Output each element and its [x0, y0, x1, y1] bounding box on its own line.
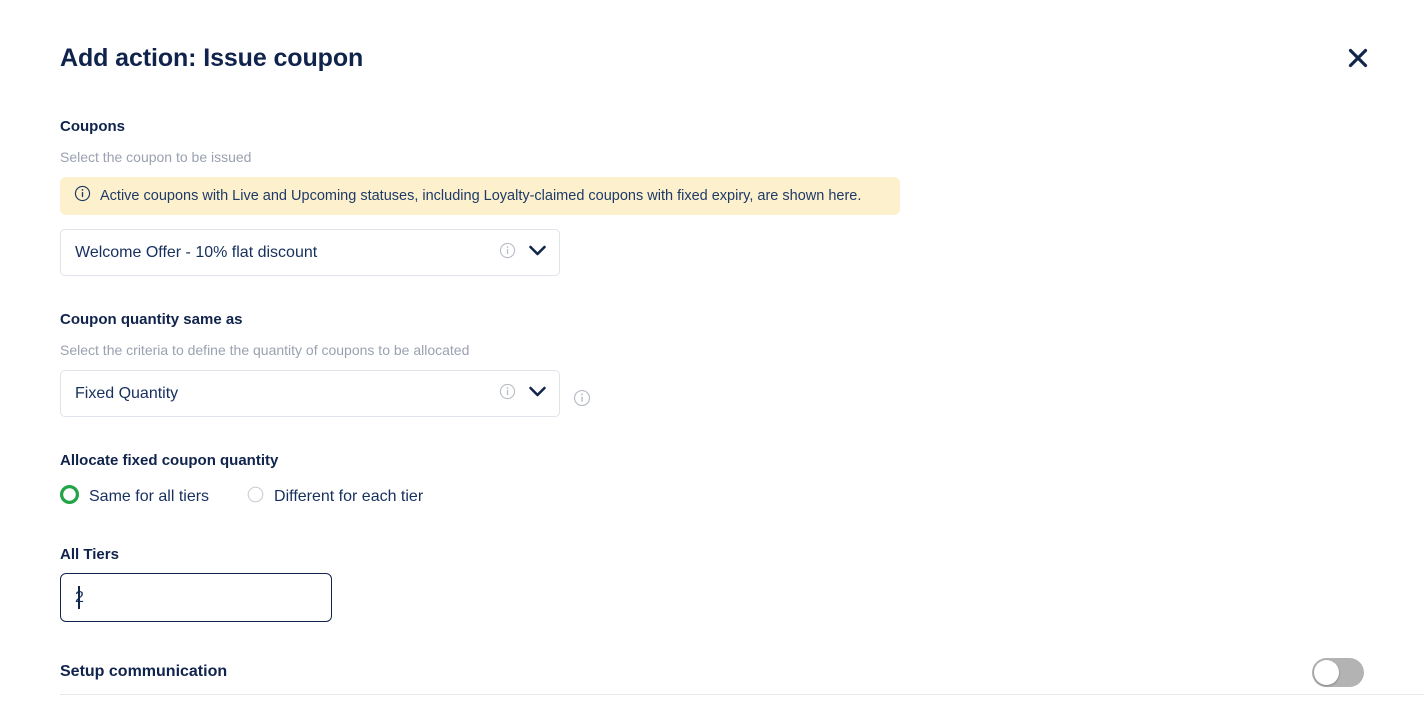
- all-tiers-input[interactable]: [60, 573, 332, 622]
- info-banner-text: Active coupons with Live and Upcoming st…: [100, 188, 862, 204]
- radio-unselected-icon: [247, 486, 264, 508]
- info-circle-icon[interactable]: [499, 242, 516, 264]
- quantity-criteria-select-value: Fixed Quantity: [75, 384, 179, 402]
- allocate-label: Allocate fixed coupon quantity: [60, 452, 279, 469]
- info-banner: Active coupons with Live and Upcoming st…: [60, 177, 900, 215]
- info-circle-icon[interactable]: [499, 383, 516, 405]
- section-divider: [60, 694, 1424, 695]
- close-icon: [1347, 47, 1369, 69]
- coupon-select[interactable]: Welcome Offer - 10% flat discount: [60, 229, 560, 276]
- quantity-help-text: Select the criteria to define the quanti…: [60, 342, 470, 358]
- coupons-label: Coupons: [60, 118, 125, 135]
- info-circle-icon: [74, 185, 91, 207]
- radio-selected-icon: [59, 484, 80, 509]
- setup-communication-title: Setup communication: [60, 663, 228, 680]
- text-cursor: [78, 586, 80, 609]
- setup-communication-row: Setup communication: [60, 652, 1364, 692]
- info-circle-icon[interactable]: [573, 389, 591, 407]
- coupons-help-text: Select the coupon to be issued: [60, 149, 252, 165]
- close-button[interactable]: [1336, 36, 1380, 80]
- radio-label-same-for-all-tiers: Same for all tiers: [89, 488, 210, 505]
- chevron-down-icon[interactable]: [528, 385, 547, 403]
- radio-different-for-each-tier[interactable]: Different for each tier: [247, 486, 423, 508]
- chevron-down-icon[interactable]: [528, 244, 547, 262]
- modal-header: Add action: Issue coupon: [60, 36, 1368, 80]
- all-tiers-label: All Tiers: [60, 546, 119, 563]
- quantity-label: Coupon quantity same as: [60, 311, 243, 328]
- setup-communication-toggle[interactable]: [1312, 657, 1364, 687]
- page-title: Add action: Issue coupon: [60, 44, 364, 72]
- toggle-knob: [1314, 659, 1339, 685]
- quantity-criteria-select[interactable]: Fixed Quantity: [60, 370, 560, 417]
- allocate-radio-group: Same for all tiers Different for each ti…: [59, 484, 423, 510]
- radio-label-different-for-each-tier: Different for each tier: [274, 488, 424, 505]
- radio-same-for-all-tiers[interactable]: Same for all tiers: [59, 484, 210, 509]
- coupon-select-value: Welcome Offer - 10% flat discount: [75, 243, 318, 261]
